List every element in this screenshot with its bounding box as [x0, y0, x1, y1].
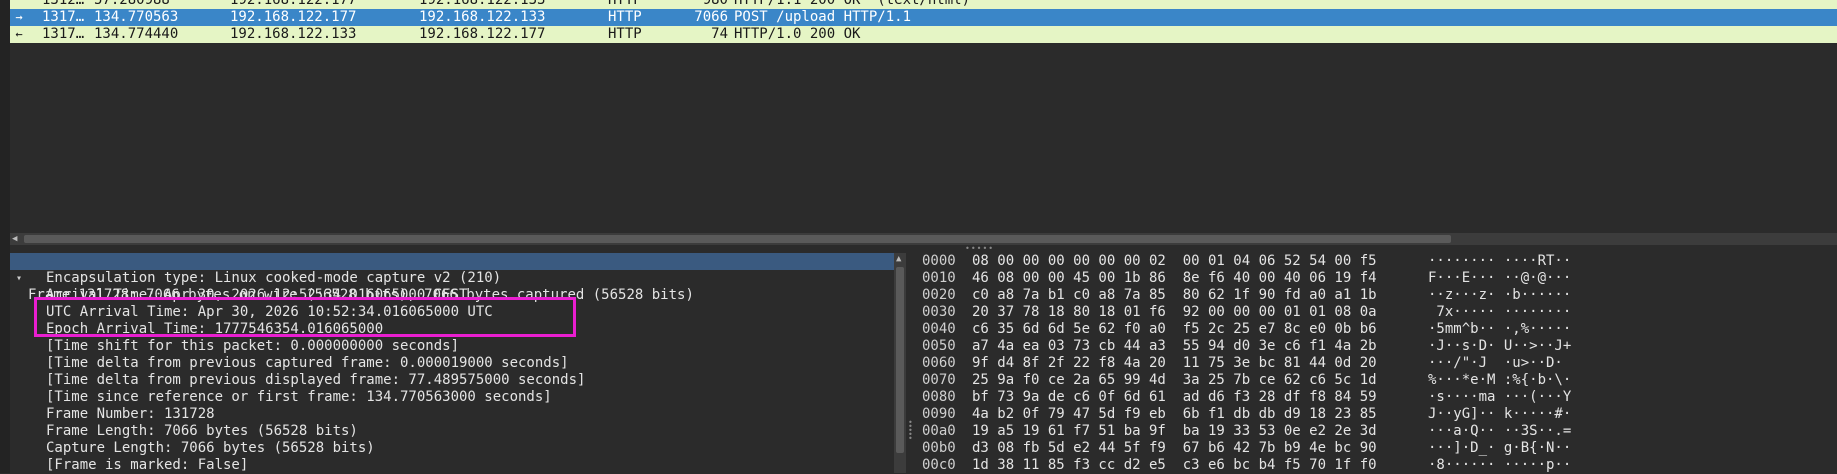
splitter-grip-icon[interactable]: •••••: [908, 419, 913, 443]
details-line: [Time since reference or first frame: 13…: [46, 389, 552, 405]
details-tree-item[interactable]: Frame Number: 131728: [10, 406, 894, 423]
hex-ascii[interactable]: ··z···z· ·b······: [1428, 287, 1828, 304]
packet-list[interactable]: 1312… 57.280988 192.168.122.177 192.168.…: [10, 0, 1837, 233]
packet-length: 7066: [694, 9, 728, 25]
details-tree-item[interactable]: Encapsulation type: Linux cooked-mode ca…: [10, 270, 894, 287]
hex-ascii[interactable]: ·s····ma ···(···Y: [1428, 389, 1828, 406]
details-line: [Time delta from previous displayed fram…: [46, 372, 586, 388]
details-line: [Frame is marked: False]: [46, 457, 249, 473]
hex-bytes[interactable]: 25 9a f0 ce 2a 65 99 4d 3a 25 7b ce 62 c…: [972, 372, 1492, 389]
details-tree-item[interactable]: Frame Length: 7066 bytes (56528 bits): [10, 423, 894, 440]
hex-ascii[interactable]: %···*e·M :%{·b·\·: [1428, 372, 1828, 389]
packet-row-selected[interactable]: → 1317… 134.770563 192.168.122.177 192.1…: [10, 9, 1837, 26]
details-tree-item[interactable]: [Frame is marked: False]: [10, 457, 894, 474]
hex-row[interactable]: 0070 25 9a f0 ce 2a 65 99 4d 3a 25 7b ce …: [914, 372, 1837, 389]
details-tree-item[interactable]: [Time delta from previous captured frame…: [10, 355, 894, 372]
left-gutter: [0, 0, 10, 473]
hex-ascii[interactable]: J··yG]·· k·····#·: [1428, 406, 1828, 423]
packet-info: HTTP/1.0 200 OK: [734, 26, 861, 42]
packet-destination: 192.168.122.177: [419, 26, 546, 42]
annotation-highlight-box: [34, 297, 576, 337]
packet-list-hscrollbar[interactable]: ◀: [10, 233, 1837, 245]
packet-number: 1317…: [42, 26, 85, 42]
packet-source: 192.168.122.177: [230, 9, 357, 25]
hex-row[interactable]: 00c0 1d 38 11 85 f3 cc d2 e5 c3 e6 bc b4 …: [914, 457, 1837, 474]
hex-bytes[interactable]: 1d 38 11 85 f3 cc d2 e5 c3 e6 bc b4 f5 7…: [972, 457, 1492, 474]
details-tree-item[interactable]: Capture Length: 7066 bytes (56528 bits): [10, 440, 894, 457]
scrollbar-thumb[interactable]: [896, 267, 904, 453]
packet-info: POST /upload HTTP/1.1: [734, 9, 912, 25]
packet-source: 192.168.122.133: [230, 26, 357, 42]
packet-destination: 192.168.122.133: [419, 0, 546, 8]
packet-details-pane[interactable]: ▾ Frame 131728: 7066 bytes on wire (5652…: [10, 253, 894, 473]
hex-bytes[interactable]: d3 08 fb 5d e2 44 5f f9 67 b6 42 7b b9 4…: [972, 440, 1492, 457]
packet-number: 1317…: [42, 9, 85, 25]
packet-time: 134.774440: [94, 26, 179, 42]
hex-bytes[interactable]: 19 a5 19 61 f7 51 ba 9f ba 19 33 53 0e e…: [972, 423, 1492, 440]
details-tree-item[interactable]: [Time shift for this packet: 0.000000000…: [10, 338, 894, 355]
details-line: [Time delta from previous captured frame…: [46, 355, 569, 371]
splitter-grip-icon[interactable]: •••••: [965, 245, 994, 253]
hex-ascii[interactable]: ·8······ ·····p··: [1428, 457, 1828, 474]
details-vscrollbar[interactable]: ▲: [894, 253, 906, 473]
packet-info: HTTP/1.1 200 OK (text/html): [734, 0, 971, 8]
packet-number: 1312…: [42, 0, 85, 8]
details-line: Encapsulation type: Linux cooked-mode ca…: [46, 270, 502, 286]
hex-ascii[interactable]: ···]·D_· g·B{·N··: [1428, 440, 1828, 457]
packet-destination: 192.168.122.133: [419, 9, 546, 25]
scroll-left-icon[interactable]: ◀: [12, 233, 17, 245]
hex-ascii[interactable]: ···a·Q·· ··3S··.=: [1428, 423, 1828, 440]
hex-ascii[interactable]: 7x····· ········: [1428, 304, 1828, 321]
scrollbar-thumb[interactable]: [24, 235, 1451, 243]
hex-bytes[interactable]: 4a b2 0f 79 47 5d f9 eb 6b f1 db db d9 1…: [972, 406, 1492, 423]
packet-length: 980: [702, 0, 728, 8]
hex-bytes[interactable]: c0 a8 7a b1 c0 a8 7a 85 80 62 1f 90 fd a…: [972, 287, 1492, 304]
details-line: Capture Length: 7066 bytes (56528 bits): [46, 440, 375, 456]
packet-bytes-pane[interactable]: 0000 08 00 00 00 00 00 00 02 00 01 04 06 …: [914, 253, 1837, 473]
hex-row[interactable]: 0050 a7 4a ea 03 73 cb 44 a3 55 94 d0 3e …: [914, 338, 1837, 355]
packet-source: 192.168.122.177: [230, 0, 357, 8]
hex-bytes[interactable]: 9f d4 8f 2f 22 f8 4a 20 11 75 3e bc 81 4…: [972, 355, 1492, 372]
packet-length: 74: [711, 26, 728, 42]
packet-time: 57.280988: [94, 0, 170, 8]
hex-row[interactable]: 0090 4a b2 0f 79 47 5d f9 eb 6b f1 db db …: [914, 406, 1837, 423]
hex-ascii[interactable]: F···E··· ··@·@···: [1428, 270, 1828, 287]
details-tree-item[interactable]: [Time delta from previous displayed fram…: [10, 372, 894, 389]
hex-row[interactable]: 0030 20 37 78 18 80 18 01 f6 92 00 00 00 …: [914, 304, 1837, 321]
packet-row[interactable]: ← 1317… 134.774440 192.168.122.133 192.1…: [10, 26, 1837, 43]
packet-protocol: HTTP: [608, 0, 642, 8]
hex-row[interactable]: 00b0 d3 08 fb 5d e2 44 5f f9 67 b6 42 7b …: [914, 440, 1837, 457]
packet-time: 134.770563: [94, 9, 179, 25]
hex-row[interactable]: 0010 46 08 00 00 45 00 1b 86 8e f6 40 00 …: [914, 270, 1837, 287]
request-arrow-icon: →: [15, 10, 23, 24]
details-line: [Time shift for this packet: 0.000000000…: [46, 338, 460, 354]
hex-ascii[interactable]: ·5mm^b·· ·,%·····: [1428, 321, 1828, 338]
hex-row[interactable]: 0040 c6 35 6d 6d 5e 62 f0 a0 f5 2c 25 e7 …: [914, 321, 1837, 338]
hex-row[interactable]: 0060 9f d4 8f 2f 22 f8 4a 20 11 75 3e bc …: [914, 355, 1837, 372]
details-tree-item[interactable]: [Time since reference or first frame: 13…: [10, 389, 894, 406]
details-line: Frame Length: 7066 bytes (56528 bits): [46, 423, 358, 439]
hex-bytes[interactable]: 20 37 78 18 80 18 01 f6 92 00 00 00 01 0…: [972, 304, 1492, 321]
vertical-splitter[interactable]: • • • • •: [906, 253, 914, 473]
details-line: Frame Number: 131728: [46, 406, 215, 422]
pane-splitter[interactable]: •••••: [10, 245, 1837, 253]
hex-ascii[interactable]: ········ ····RT··: [1428, 253, 1828, 270]
hex-row[interactable]: 0000 08 00 00 00 00 00 00 02 00 01 04 06 …: [914, 253, 1837, 270]
hex-ascii[interactable]: ···/"·J ·u>··D·: [1428, 355, 1828, 372]
hex-bytes[interactable]: a7 4a ea 03 73 cb 44 a3 55 94 d0 3e c6 f…: [972, 338, 1492, 355]
packet-protocol: HTTP: [608, 9, 642, 25]
details-tree-item-frame[interactable]: ▾ Frame 131728: 7066 bytes on wire (5652…: [10, 253, 894, 303]
hex-bytes[interactable]: bf 73 9a de c6 0f 6d 61 ad d6 f3 28 df f…: [972, 389, 1492, 406]
response-arrow-icon: ←: [15, 27, 23, 41]
hex-bytes[interactable]: 46 08 00 00 45 00 1b 86 8e f6 40 00 40 0…: [972, 270, 1492, 287]
hex-bytes[interactable]: c6 35 6d 6d 5e 62 f0 a0 f5 2c 25 e7 8c e…: [972, 321, 1492, 338]
hex-row[interactable]: 0020 c0 a8 7a b1 c0 a8 7a 85 80 62 1f 90 …: [914, 287, 1837, 304]
packet-protocol: HTTP: [608, 26, 642, 42]
packet-row[interactable]: 1312… 57.280988 192.168.122.177 192.168.…: [10, 0, 1837, 9]
hex-row[interactable]: 0080 bf 73 9a de c6 0f 6d 61 ad d6 f3 28 …: [914, 389, 1837, 406]
hex-bytes[interactable]: 08 00 00 00 00 00 00 02 00 01 04 06 52 5…: [972, 253, 1492, 270]
scroll-up-icon[interactable]: ▲: [896, 253, 901, 265]
hex-ascii[interactable]: ·J··s·D· U··>··J+: [1428, 338, 1828, 355]
hex-row[interactable]: 00a0 19 a5 19 61 f7 51 ba 9f ba 19 33 53 …: [914, 423, 1837, 440]
